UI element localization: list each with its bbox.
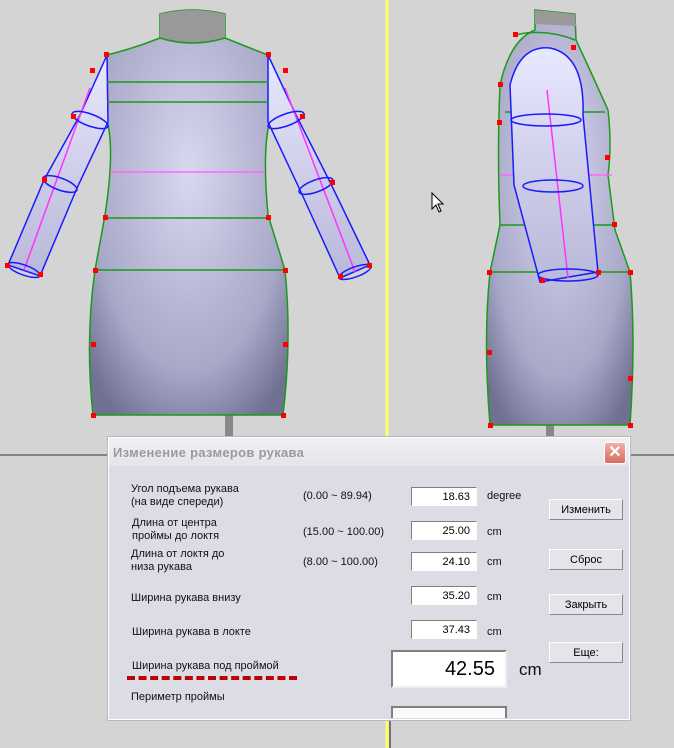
perimeter-label: Периметр проймы — [131, 691, 225, 703]
row-unit: degree — [487, 490, 522, 502]
change-button[interactable]: Изменить — [549, 499, 623, 520]
row-label: Угол подъема рукава (на виде спереди) — [131, 483, 239, 508]
side-view-dress — [485, 9, 634, 428]
dialog-title-bar[interactable]: Изменение размеров рукава ✕ — [109, 438, 629, 466]
close-button[interactable]: Закрыть — [549, 594, 623, 615]
armhole-sleeve-width-input[interactable]: 42.55 — [391, 650, 507, 688]
row-unit: cm — [487, 526, 502, 538]
row-label: Длина от локтя до низа рукава — [131, 548, 225, 573]
row-label: Ширина рукава внизу — [131, 592, 241, 604]
more-button[interactable]: Еще: — [549, 642, 623, 663]
row-unit: cm — [487, 556, 502, 568]
sleeve-size-dialog: Изменение размеров рукава ✕ Угол подъема… — [108, 437, 630, 720]
close-icon[interactable]: ✕ — [604, 442, 626, 464]
armhole-to-elbow-input[interactable]: 25.00 — [411, 521, 477, 540]
perimeter-input[interactable] — [391, 706, 507, 718]
highlight-label: Ширина рукава под проймой — [132, 660, 279, 672]
dialog-title: Изменение размеров рукава — [113, 445, 305, 460]
row-unit: cm — [487, 591, 502, 603]
row-range: (15.00 ~ 100.00) — [303, 526, 385, 538]
sleeve-bottom-width-input[interactable]: 35.20 — [411, 586, 477, 605]
red-underline — [127, 676, 297, 680]
row-label: Длина от центра проймы до локтя — [132, 517, 220, 542]
row-range: (8.00 ~ 100.00) — [303, 556, 378, 568]
row-unit: cm — [487, 626, 502, 638]
front-view-dress — [5, 9, 372, 418]
reset-button[interactable]: Сброс — [549, 549, 623, 570]
sleeve-elbow-width-input[interactable]: 37.43 — [411, 620, 477, 639]
row-range: (0.00 ~ 89.94) — [303, 490, 372, 502]
elbow-to-hem-input[interactable]: 24.10 — [411, 552, 477, 571]
highlight-unit: cm — [519, 660, 542, 679]
row-label: Ширина рукава в локте — [132, 626, 251, 638]
mouse-cursor-icon — [431, 191, 445, 213]
sleeve-angle-input[interactable]: 18.63 — [411, 487, 477, 506]
